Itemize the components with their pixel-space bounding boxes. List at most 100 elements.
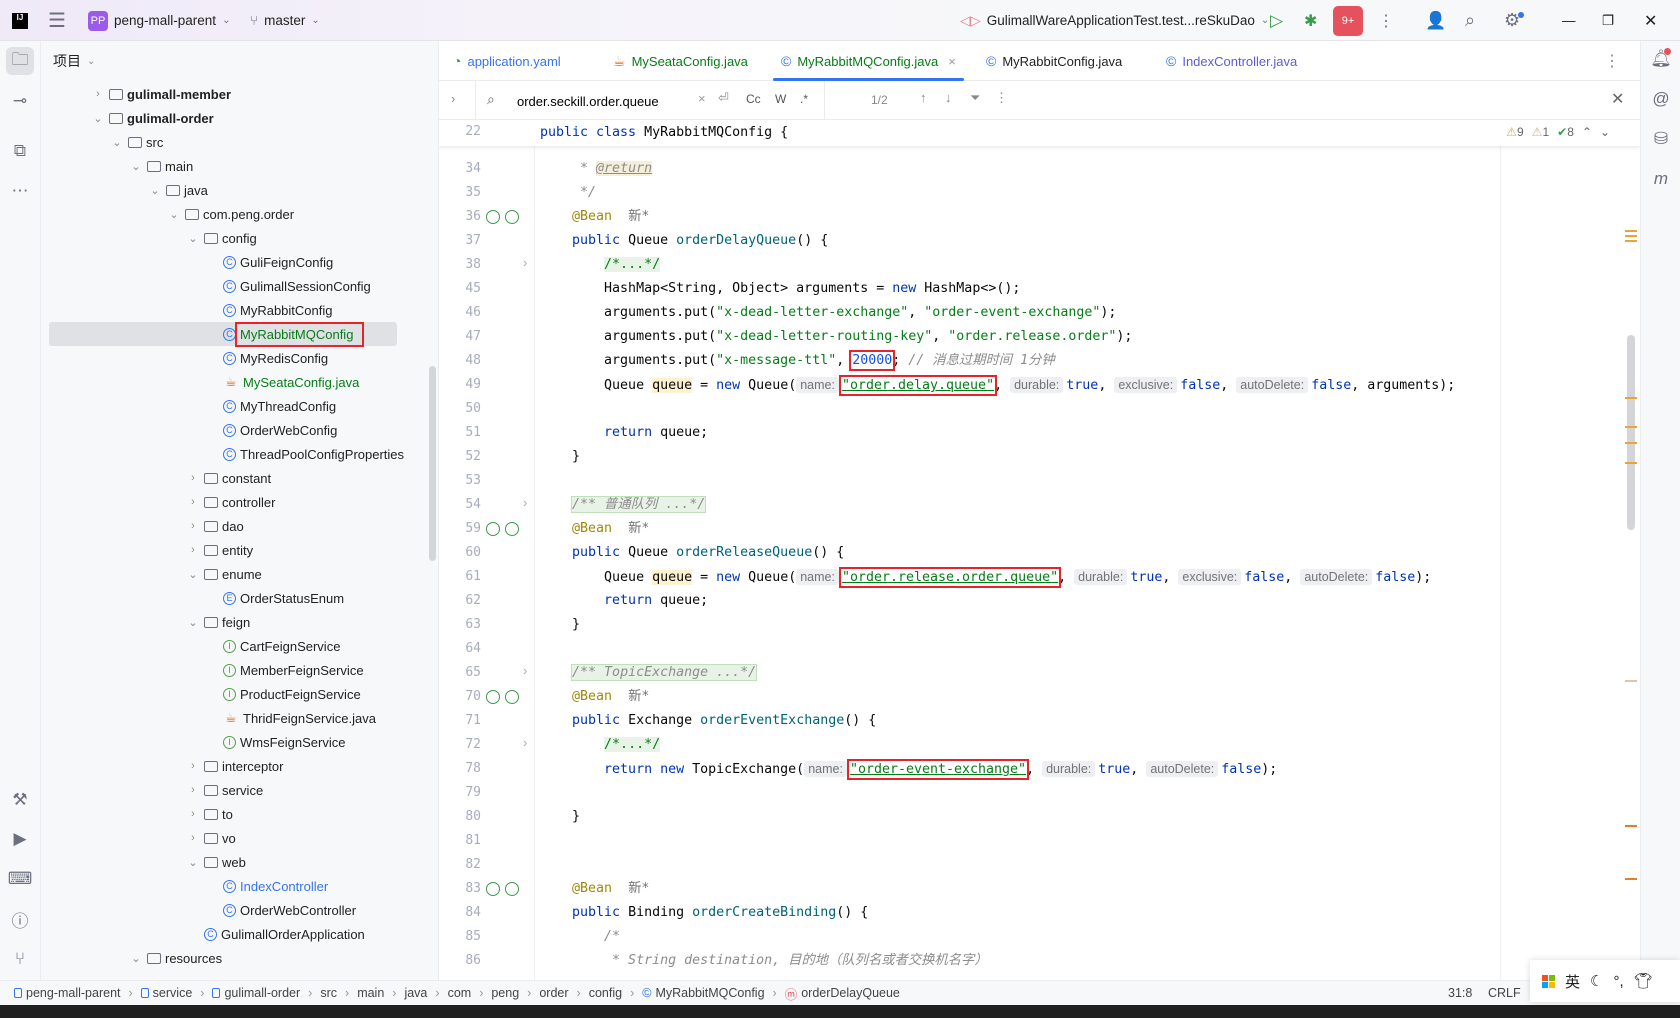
chevron-down-icon[interactable]: ⌄ xyxy=(129,952,143,965)
debug-button[interactable]: ✱ xyxy=(1304,0,1317,41)
more-actions-button[interactable]: ⋮ xyxy=(1378,0,1394,41)
tree-item[interactable]: › vo xyxy=(41,826,438,850)
more-tools-button[interactable]: ⋯ xyxy=(6,177,34,205)
tab-application-yaml[interactable]: ◔ application.yaml xyxy=(453,41,561,81)
chevron-right-icon[interactable]: › xyxy=(186,784,200,796)
scrollbar-marker[interactable] xyxy=(1625,878,1637,880)
breadcrumb-item[interactable]: config xyxy=(589,986,622,1000)
tree-item[interactable]: C MyRabbitConfig xyxy=(41,298,438,322)
notification-count-button[interactable]: 9+ xyxy=(1333,0,1363,41)
fold-expand-icon[interactable]: › xyxy=(523,735,527,750)
next-highlight-icon[interactable]: ⌄ xyxy=(1600,125,1610,139)
code-line[interactable]: 48 arguments.put("x-message-ttl", 20000;… xyxy=(439,349,1619,373)
clear-search-icon[interactable]: × xyxy=(698,91,706,106)
code-line[interactable]: 54 › /** 普通队列 ...*/ xyxy=(439,493,1619,517)
tree-item[interactable]: C OrderWebConfig xyxy=(41,418,438,442)
spring-bean-icon[interactable] xyxy=(505,882,519,896)
tree-item[interactable]: ⌄ enume xyxy=(41,562,438,586)
breadcrumb-item[interactable]: peng xyxy=(491,986,519,1000)
scrollbar-marker[interactable] xyxy=(1625,230,1637,232)
main-menu-button[interactable]: ☰ xyxy=(48,0,66,41)
code-line[interactable]: 80 } xyxy=(439,805,1619,829)
tree-item[interactable]: ⌄ config xyxy=(41,226,438,250)
services-tool-button[interactable]: ▶ xyxy=(6,825,34,853)
previous-highlight-icon[interactable]: ⌃ xyxy=(1582,125,1592,139)
minimize-button[interactable]: — xyxy=(1562,0,1576,41)
breadcrumb-item[interactable]: order xyxy=(539,986,568,1000)
tree-item[interactable]: › gulimall-member xyxy=(41,82,438,106)
code-line[interactable]: 79 xyxy=(439,781,1619,805)
code-line[interactable]: 78 return new TopicExchange(name: "order-… xyxy=(439,757,1619,781)
run-button[interactable]: ▷ xyxy=(1270,0,1283,41)
code-line[interactable]: 81 xyxy=(439,829,1619,853)
ime-toolbar[interactable]: 英 ☾ °, 👕︎ xyxy=(1530,960,1680,1002)
scrollbar-marker[interactable] xyxy=(1625,442,1637,444)
tab-myseataconfig-java[interactable]: ☕︎ MySeataConfig.java xyxy=(613,41,748,81)
bean-gutter-icon[interactable] xyxy=(486,522,500,536)
code-line[interactable]: 61 Queue queue = new Queue(name: "order.r… xyxy=(439,565,1619,589)
code-line[interactable]: 63 } xyxy=(439,613,1619,637)
breadcrumb-item[interactable]: peng-mall-parent xyxy=(14,986,121,1000)
tree-item[interactable]: ⌄ main xyxy=(41,154,438,178)
code-with-me-button[interactable]: 👤 xyxy=(1425,0,1446,41)
tree-item[interactable]: I MemberFeignService xyxy=(41,658,438,682)
chevron-down-icon[interactable]: ⌄ xyxy=(167,208,181,221)
tab-myrabbitconfig-java[interactable]: © MyRabbitConfig.java xyxy=(986,41,1122,81)
match-case-toggle[interactable]: Cc xyxy=(746,92,761,106)
code-line[interactable]: 84 public Binding orderCreateBinding() { xyxy=(439,901,1619,925)
tabs-more-button[interactable]: ⋮ xyxy=(1604,51,1620,71)
code-line[interactable]: 62 return queue; xyxy=(439,589,1619,613)
tree-item[interactable]: ⌄ src xyxy=(41,130,438,154)
tree-item[interactable]: ☕︎ ThridFeignService.java xyxy=(41,706,438,730)
code-line[interactable]: 70 @Bean 新* xyxy=(439,685,1619,709)
find-more-button[interactable]: ⋮ xyxy=(995,90,1008,106)
scrollbar-marker[interactable] xyxy=(1625,680,1637,682)
whole-words-toggle[interactable]: W xyxy=(775,92,786,106)
tree-item[interactable]: C GulimallSessionConfig xyxy=(41,274,438,298)
chevron-down-icon[interactable]: ⌄ xyxy=(186,616,200,629)
chevron-right-icon[interactable]: › xyxy=(186,472,200,484)
code-line[interactable]: 86 * String destination, 目的地（队列名或者交换机名字） xyxy=(439,949,1619,973)
bean-gutter-icon[interactable] xyxy=(486,210,500,224)
scrollbar-marker[interactable] xyxy=(1625,240,1637,242)
tree-item[interactable]: ⌄ web xyxy=(41,850,438,874)
scrollbar-marker[interactable] xyxy=(1625,825,1637,827)
code-line[interactable]: 37 public Queue orderDelayQueue() { xyxy=(439,229,1619,253)
tree-item[interactable]: I CartFeignService xyxy=(41,634,438,658)
code-line[interactable]: 47 arguments.put("x-dead-letter-routing-… xyxy=(439,325,1619,349)
search-everywhere-button[interactable]: ⌕ xyxy=(1465,0,1475,41)
sticky-line[interactable]: 22 public class MyRabbitMQConfig { ⚠9 ⚠1… xyxy=(439,120,1640,146)
caret-position[interactable]: 31:8 xyxy=(1448,986,1472,1000)
tree-item[interactable]: › controller xyxy=(41,490,438,514)
code-line[interactable]: 35 */ xyxy=(439,181,1619,205)
code-line[interactable]: 34 * @return xyxy=(439,157,1619,181)
commit-tool-button[interactable]: ⊸ xyxy=(6,87,34,115)
tree-item[interactable]: ⌄ com.peng.order xyxy=(41,202,438,226)
chevron-down-icon[interactable]: ⌄ xyxy=(148,184,162,197)
code-line[interactable]: 50 xyxy=(439,397,1619,421)
project-scrollbar[interactable] xyxy=(429,366,436,561)
structure-tool-button[interactable]: ⧉ xyxy=(6,137,34,165)
tree-item[interactable]: I ProductFeignService xyxy=(41,682,438,706)
code-line[interactable]: 59 @Bean 新* xyxy=(439,517,1619,541)
run-config-selector[interactable]: ◁▷ GulimallWareApplicationTest.test...re… xyxy=(960,0,1269,41)
chevron-right-icon[interactable]: › xyxy=(186,520,200,532)
regex-toggle[interactable]: .* xyxy=(800,92,808,106)
close-find-button[interactable]: ✕ xyxy=(1611,89,1624,109)
scrollbar-marker[interactable] xyxy=(1625,235,1637,237)
code-line[interactable]: 85 /* xyxy=(439,925,1619,949)
problems-tool-button[interactable]: ⓘ xyxy=(6,905,34,933)
tree-item[interactable]: I WmsFeignService xyxy=(41,730,438,754)
ai-assistant-button[interactable]: @ xyxy=(1647,85,1675,113)
chevron-right-icon[interactable]: › xyxy=(186,544,200,556)
tree-item[interactable]: ⌄ resources xyxy=(41,946,438,970)
settings-button[interactable]: ⚙ xyxy=(1504,0,1524,41)
project-switcher[interactable]: PP peng-mall-parent ⌄ xyxy=(88,0,230,41)
code-line[interactable]: 53 xyxy=(439,469,1619,493)
chevron-down-icon[interactable]: ⌄ xyxy=(186,232,200,245)
spring-bean-icon[interactable] xyxy=(505,690,519,704)
tree-item[interactable]: › dao xyxy=(41,514,438,538)
expand-replace-toggle[interactable]: › xyxy=(451,91,455,106)
tree-item[interactable]: › to xyxy=(41,802,438,826)
next-occurrence-button[interactable]: ↓ xyxy=(945,90,952,105)
